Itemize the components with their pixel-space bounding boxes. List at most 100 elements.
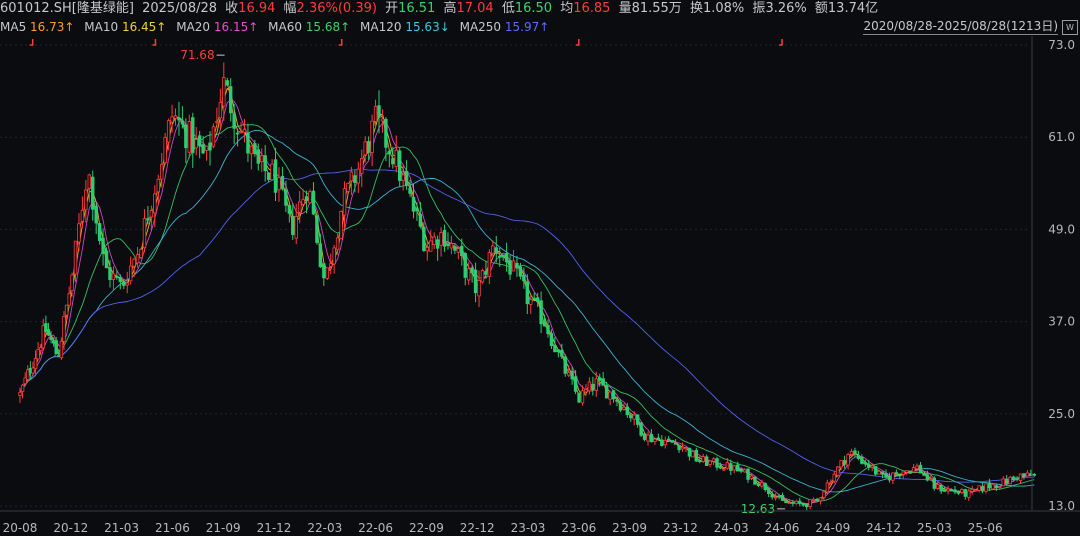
candle-body bbox=[970, 488, 974, 492]
candle-body bbox=[667, 438, 671, 441]
symbol-name[interactable]: 601012.SH[隆基绿能] bbox=[0, 1, 134, 16]
candle-body bbox=[842, 460, 847, 465]
candle-body bbox=[446, 243, 450, 246]
candle-body bbox=[128, 265, 133, 282]
candle-body bbox=[832, 473, 836, 482]
candle-body bbox=[704, 456, 709, 466]
candle-body bbox=[594, 378, 598, 391]
candle-body bbox=[604, 385, 609, 399]
y-tick-label: 73.0 bbox=[1048, 38, 1075, 52]
candle-body bbox=[62, 315, 66, 342]
volume-value: 81.55万 bbox=[631, 1, 682, 16]
date-range-selector[interactable]: 2020/08/28-2025/08/28(1213日) bbox=[863, 19, 1058, 35]
candle-body bbox=[860, 456, 864, 464]
candle-body bbox=[963, 489, 968, 497]
candle-body bbox=[942, 490, 947, 492]
candle-body bbox=[101, 237, 105, 254]
candle-body bbox=[787, 502, 792, 505]
candle-body bbox=[366, 141, 371, 153]
candle-body bbox=[756, 483, 761, 486]
candle-body bbox=[739, 469, 743, 472]
y-axis: 73.061.049.037.025.013.0 bbox=[0, 36, 1080, 513]
candle-body bbox=[222, 77, 226, 107]
close-value: 16.94 bbox=[238, 1, 276, 16]
candle-body bbox=[556, 349, 561, 353]
event-marker bbox=[338, 39, 343, 46]
candle-body bbox=[163, 136, 167, 164]
candle-body bbox=[460, 245, 464, 257]
candle-body bbox=[308, 191, 312, 204]
candle-body bbox=[984, 483, 988, 492]
candle-body bbox=[373, 105, 378, 122]
candle-body bbox=[608, 391, 612, 400]
candle-body bbox=[73, 240, 78, 275]
candle-body bbox=[491, 245, 495, 254]
candle-body bbox=[887, 476, 892, 481]
candle-body bbox=[622, 406, 626, 410]
candle-body bbox=[156, 178, 160, 193]
candle-body bbox=[54, 340, 58, 355]
candle-body bbox=[64, 304, 69, 316]
x-tick-label: 20-12 bbox=[53, 521, 88, 535]
candle-body bbox=[980, 485, 985, 492]
ma250-line bbox=[19, 169, 1035, 483]
candle-body bbox=[197, 135, 202, 147]
candle-body bbox=[880, 471, 885, 475]
candle-body bbox=[611, 390, 616, 400]
candle-body bbox=[456, 248, 461, 253]
ma60-item[interactable]: MA60 15.68↑ bbox=[268, 20, 350, 34]
candle-body bbox=[208, 142, 212, 151]
candle-body bbox=[618, 401, 623, 411]
candle-body bbox=[363, 141, 367, 156]
candle-body bbox=[822, 491, 826, 498]
candle-body bbox=[829, 481, 833, 484]
candle-body bbox=[918, 464, 923, 474]
candle-body bbox=[898, 474, 902, 477]
ma5-item[interactable]: MA5 16.73↑ bbox=[0, 20, 74, 34]
x-tick-label: 22-12 bbox=[460, 521, 495, 535]
candle-body bbox=[422, 226, 426, 251]
candle-body bbox=[953, 489, 957, 493]
candle-body bbox=[139, 248, 143, 258]
ma10-item[interactable]: MA10 16.45↑ bbox=[84, 20, 166, 34]
candle-body bbox=[956, 491, 961, 494]
candle-body bbox=[991, 484, 995, 490]
x-tick-label: 21-06 bbox=[155, 521, 190, 535]
candle-body bbox=[449, 243, 454, 249]
ma5-label: MA5 bbox=[0, 20, 27, 34]
candle-body bbox=[142, 218, 147, 249]
ma250-item[interactable]: MA250 15.97↑ bbox=[460, 20, 550, 34]
candle-body bbox=[625, 406, 630, 415]
candle-body bbox=[67, 293, 71, 306]
candle-body bbox=[266, 172, 271, 181]
candle-body bbox=[570, 370, 574, 380]
candle-body bbox=[780, 494, 785, 501]
ma120-label: MA120 bbox=[360, 20, 402, 34]
candle-body bbox=[280, 175, 285, 190]
candle-body bbox=[91, 176, 95, 210]
x-tick-label: 24-06 bbox=[765, 521, 800, 535]
candle-body bbox=[553, 345, 557, 353]
candle-body bbox=[228, 86, 233, 114]
candle-body bbox=[184, 124, 188, 149]
ma20-item[interactable]: MA20 16.15↑ bbox=[176, 20, 258, 34]
settings-icon[interactable]: W bbox=[1062, 20, 1078, 35]
candle-body bbox=[287, 205, 292, 214]
candle-body bbox=[694, 449, 699, 462]
candle-body bbox=[560, 349, 564, 357]
kline-chart[interactable]: 71.6812.63 73.061.049.037.025.013.0 20-0… bbox=[0, 36, 1080, 536]
amplitude-label: 振 bbox=[752, 1, 766, 16]
candle-body bbox=[187, 121, 192, 153]
candle-body bbox=[936, 484, 940, 489]
x-tick-label: 25-06 bbox=[968, 521, 1003, 535]
candle-body bbox=[49, 336, 53, 340]
candle-body bbox=[380, 118, 385, 122]
candle-body bbox=[384, 118, 388, 148]
candle-body bbox=[911, 467, 916, 473]
candle-body bbox=[149, 210, 154, 218]
candle-body bbox=[670, 439, 674, 443]
x-tick-label: 25-03 bbox=[917, 521, 952, 535]
ma20-value: 16.15↑ bbox=[213, 20, 259, 34]
candle-body bbox=[318, 243, 323, 268]
ma120-item[interactable]: MA120 15.63↓ bbox=[360, 20, 450, 34]
